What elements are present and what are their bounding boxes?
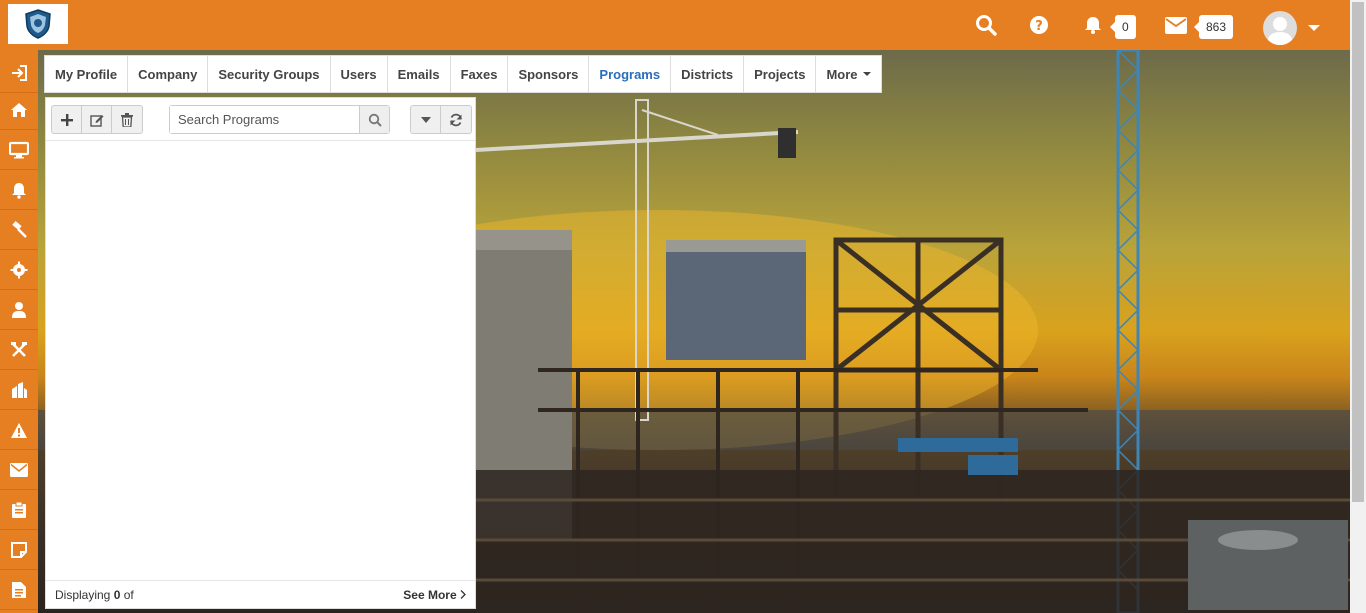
- sidebar-item-notes[interactable]: [0, 531, 38, 570]
- tools-icon: [11, 342, 27, 357]
- search-button[interactable]: [359, 106, 389, 133]
- home-icon: [11, 103, 27, 117]
- note-icon: [11, 542, 27, 558]
- tab-label: Security Groups: [218, 66, 320, 82]
- sidebar-item-home[interactable]: [0, 91, 38, 130]
- sidebar-item-dashboard[interactable]: [0, 131, 38, 170]
- sidebar-item-tools[interactable]: [0, 331, 38, 370]
- tab-emails[interactable]: Emails: [388, 56, 451, 92]
- top-header: ? 0 863: [0, 0, 1366, 50]
- tab-more[interactable]: More: [816, 56, 880, 92]
- tab-label: Sponsors: [518, 66, 579, 82]
- edit-button[interactable]: [82, 106, 112, 133]
- user-avatar[interactable]: [1263, 11, 1297, 45]
- envelope-icon[interactable]: [1163, 12, 1189, 38]
- gavel-icon: [12, 221, 27, 238]
- see-more-label: See More: [403, 588, 457, 602]
- filter-dropdown-button[interactable]: [411, 106, 441, 133]
- search-input[interactable]: [170, 106, 359, 133]
- tab-label: Districts: [681, 66, 734, 82]
- plus-icon: [60, 113, 73, 126]
- see-more-link[interactable]: See More: [403, 588, 466, 602]
- tab-company[interactable]: Company: [128, 56, 209, 92]
- record-actions-group: [51, 105, 143, 134]
- gear-icon: [10, 261, 28, 279]
- monitor-icon: [9, 141, 29, 159]
- module-tabs: My Profile Company Security Groups Users…: [44, 55, 882, 93]
- tab-label: Faxes: [460, 66, 498, 82]
- shield-logo-icon: [25, 9, 51, 39]
- refresh-button[interactable]: [441, 106, 471, 133]
- bell-icon: [12, 183, 26, 199]
- building-icon: [12, 382, 27, 398]
- add-button[interactable]: [52, 106, 82, 133]
- messages-badge[interactable]: 863: [1193, 15, 1234, 39]
- sidebar-item-users[interactable]: [0, 291, 38, 330]
- chevron-right-icon: [460, 590, 466, 599]
- tab-label: Company: [138, 66, 198, 82]
- tab-sponsors[interactable]: Sponsors: [508, 56, 590, 92]
- panel-footer: Displaying 0 of See More: [46, 580, 475, 608]
- sidebar-item-settings[interactable]: [0, 251, 38, 290]
- sidebar-item-documents[interactable]: [0, 571, 38, 610]
- document-icon: [12, 582, 26, 598]
- trash-icon: [121, 112, 133, 127]
- tab-label: Users: [340, 66, 377, 82]
- sidebar-item-warnings[interactable]: [0, 411, 38, 450]
- clipboard-icon: [12, 501, 26, 518]
- programs-panel: Displaying 0 of See More: [45, 97, 476, 609]
- sidebar-item-mail[interactable]: [0, 451, 38, 490]
- left-sidebar: [0, 50, 38, 613]
- display-count: Displaying 0 of: [55, 588, 134, 602]
- tab-my-profile[interactable]: My Profile: [45, 56, 129, 92]
- tab-districts[interactable]: Districts: [671, 56, 745, 92]
- help-icon[interactable]: ?: [1026, 12, 1052, 38]
- sidebar-item-alerts[interactable]: [0, 171, 38, 210]
- tab-label: Projects: [754, 66, 806, 82]
- svg-text:?: ?: [1035, 19, 1043, 34]
- tab-programs[interactable]: Programs: [589, 56, 672, 92]
- sidebar-item-bids[interactable]: [0, 211, 38, 250]
- company-logo[interactable]: [8, 4, 68, 44]
- sidebar-item-clipboard[interactable]: [0, 491, 38, 530]
- tab-label: Programs: [599, 66, 661, 82]
- user-icon: [12, 302, 26, 318]
- tab-projects[interactable]: Projects: [744, 56, 817, 92]
- tab-security-groups[interactable]: Security Groups: [208, 56, 331, 92]
- chevron-down-icon: [862, 72, 871, 76]
- sidebar-item-login[interactable]: [0, 54, 38, 93]
- search-icon[interactable]: [973, 12, 999, 38]
- sidebar-item-buildings[interactable]: [0, 371, 38, 410]
- search-box: [169, 105, 390, 134]
- notifications-badge[interactable]: 0: [1110, 15, 1136, 39]
- display-suffix: of: [120, 588, 134, 602]
- list-actions-group: [410, 105, 472, 134]
- panel-toolbar: [46, 98, 475, 141]
- tab-label: More: [826, 66, 858, 82]
- tab-label: Emails: [397, 66, 440, 82]
- mail-icon: [10, 463, 28, 477]
- tab-faxes[interactable]: Faxes: [451, 56, 509, 92]
- edit-icon: [89, 114, 103, 127]
- warning-icon: [11, 422, 27, 438]
- display-prefix: Displaying: [55, 588, 114, 602]
- delete-button[interactable]: [112, 106, 142, 133]
- search-icon: [368, 113, 382, 127]
- user-menu-caret-icon[interactable]: [1308, 25, 1320, 31]
- page-scrollbar-thumb[interactable]: [1352, 2, 1364, 502]
- tab-label: My Profile: [55, 66, 118, 82]
- tab-users[interactable]: Users: [331, 56, 388, 92]
- refresh-icon: [450, 113, 462, 126]
- bell-icon[interactable]: [1080, 12, 1106, 38]
- sign-in-icon: [12, 65, 27, 81]
- caret-down-icon: [420, 116, 431, 123]
